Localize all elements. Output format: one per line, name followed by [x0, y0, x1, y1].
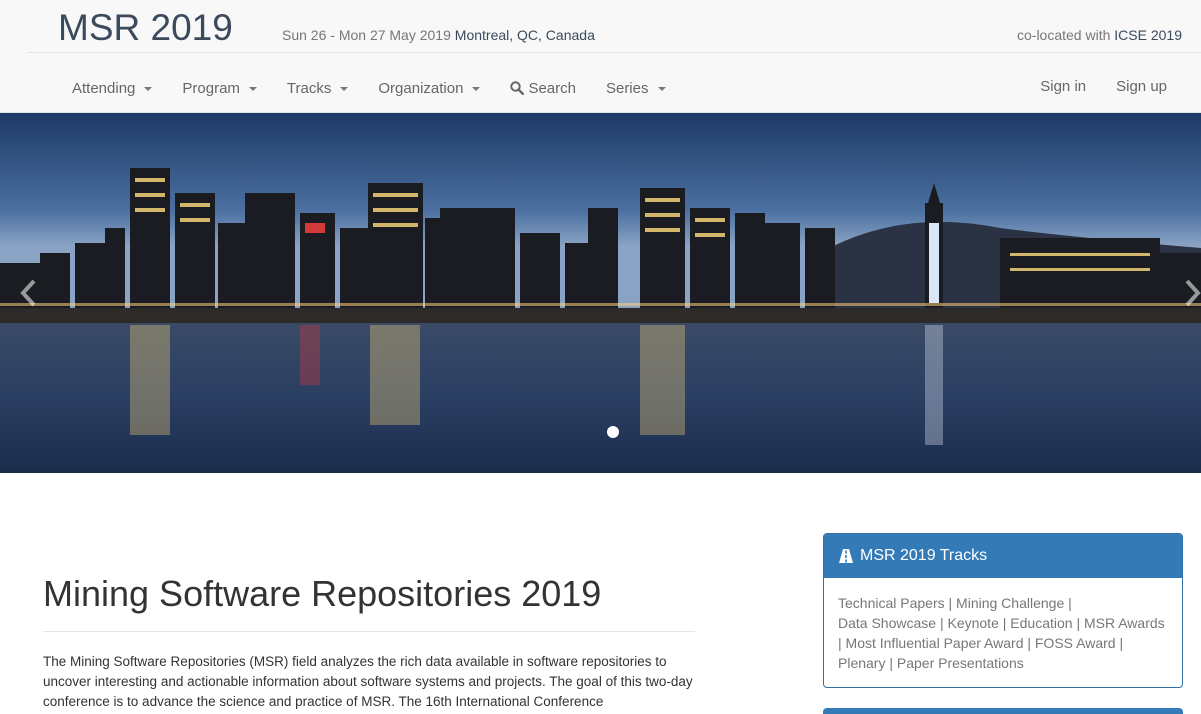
track-link[interactable]: Data Showcase	[838, 615, 936, 631]
track-link[interactable]: Education	[1010, 615, 1072, 631]
nav-label: Attending	[72, 79, 136, 97]
track-link[interactable]: Paper Presentations	[897, 655, 1024, 671]
next-panel-header	[823, 708, 1183, 714]
nav-tracks[interactable]: Tracks	[272, 70, 363, 106]
track-link[interactable]: Most Influential Paper Award	[846, 635, 1024, 651]
location-link[interactable]: Montreal, QC, Canada	[455, 27, 595, 43]
carousel-indicator[interactable]	[607, 426, 619, 438]
caret-down-icon	[340, 86, 349, 91]
conference-dates: Sun 26 - Mon 27 May 2019 Montreal, QC, C…	[282, 27, 595, 43]
nav-program[interactable]: Program	[167, 70, 272, 106]
site-brand[interactable]: MSR 2019	[58, 6, 233, 50]
tracks-panel: MSR 2019 Tracks Technical Papers | Minin…	[823, 533, 1183, 688]
dates-text: Sun 26 - Mon 27 May 2019	[282, 27, 451, 43]
nav-label: Tracks	[286, 79, 332, 97]
icse-link[interactable]: ICSE 2019	[1114, 27, 1182, 43]
caret-down-icon	[657, 86, 666, 91]
caret-down-icon	[248, 86, 257, 91]
track-link[interactable]: Technical Papers	[838, 595, 945, 611]
nav-search[interactable]: Search	[495, 70, 591, 106]
colocated-info: co-located with ICSE 2019	[1017, 27, 1182, 43]
tracks-panel-title: MSR 2019 Tracks	[860, 547, 988, 564]
track-link[interactable]: Plenary	[838, 655, 885, 671]
tracks-panel-header: MSR 2019 Tracks	[824, 534, 1182, 578]
intro-paragraph: The Mining Software Repositories (MSR) f…	[43, 654, 693, 709]
nav-series[interactable]: Series	[591, 70, 681, 106]
main-nav: Attending Program Tracks Organization Se…	[57, 70, 681, 106]
track-link[interactable]: FOSS Award	[1035, 635, 1116, 651]
nav-organization[interactable]: Organization	[363, 70, 495, 106]
nav-attending[interactable]: Attending	[57, 70, 167, 106]
search-icon	[510, 81, 525, 95]
track-link[interactable]: MSR Awards	[1084, 615, 1165, 631]
colocated-prefix: co-located with	[1017, 27, 1111, 43]
header-divider	[28, 52, 1201, 53]
nav-label: Series	[605, 79, 649, 97]
site-header: MSR 2019 Sun 26 - Mon 27 May 2019 Montre…	[0, 0, 1201, 113]
title-divider	[43, 631, 695, 632]
nav-label: Program	[182, 79, 240, 97]
caret-down-icon	[144, 86, 153, 91]
carousel-next-icon[interactable]	[1177, 273, 1201, 313]
page-title: Mining Software Repositories 2019	[43, 573, 602, 614]
hero-carousel	[0, 113, 1201, 473]
road-icon	[839, 549, 853, 563]
tracks-list: Technical Papers | Mining Challenge | Da…	[838, 595, 1165, 671]
sign-up-link[interactable]: Sign up	[1101, 70, 1182, 103]
city-skyline-image	[0, 113, 1201, 473]
track-link[interactable]: Keynote	[947, 615, 998, 631]
nav-label: Organization	[378, 79, 464, 97]
sign-in-link[interactable]: Sign in	[1025, 70, 1101, 103]
account-nav: Sign in Sign up	[1025, 70, 1182, 103]
carousel-prev-icon[interactable]	[14, 273, 44, 313]
caret-down-icon	[472, 86, 481, 91]
track-link[interactable]: Mining Challenge	[956, 595, 1064, 611]
nav-label: Search	[528, 79, 576, 97]
